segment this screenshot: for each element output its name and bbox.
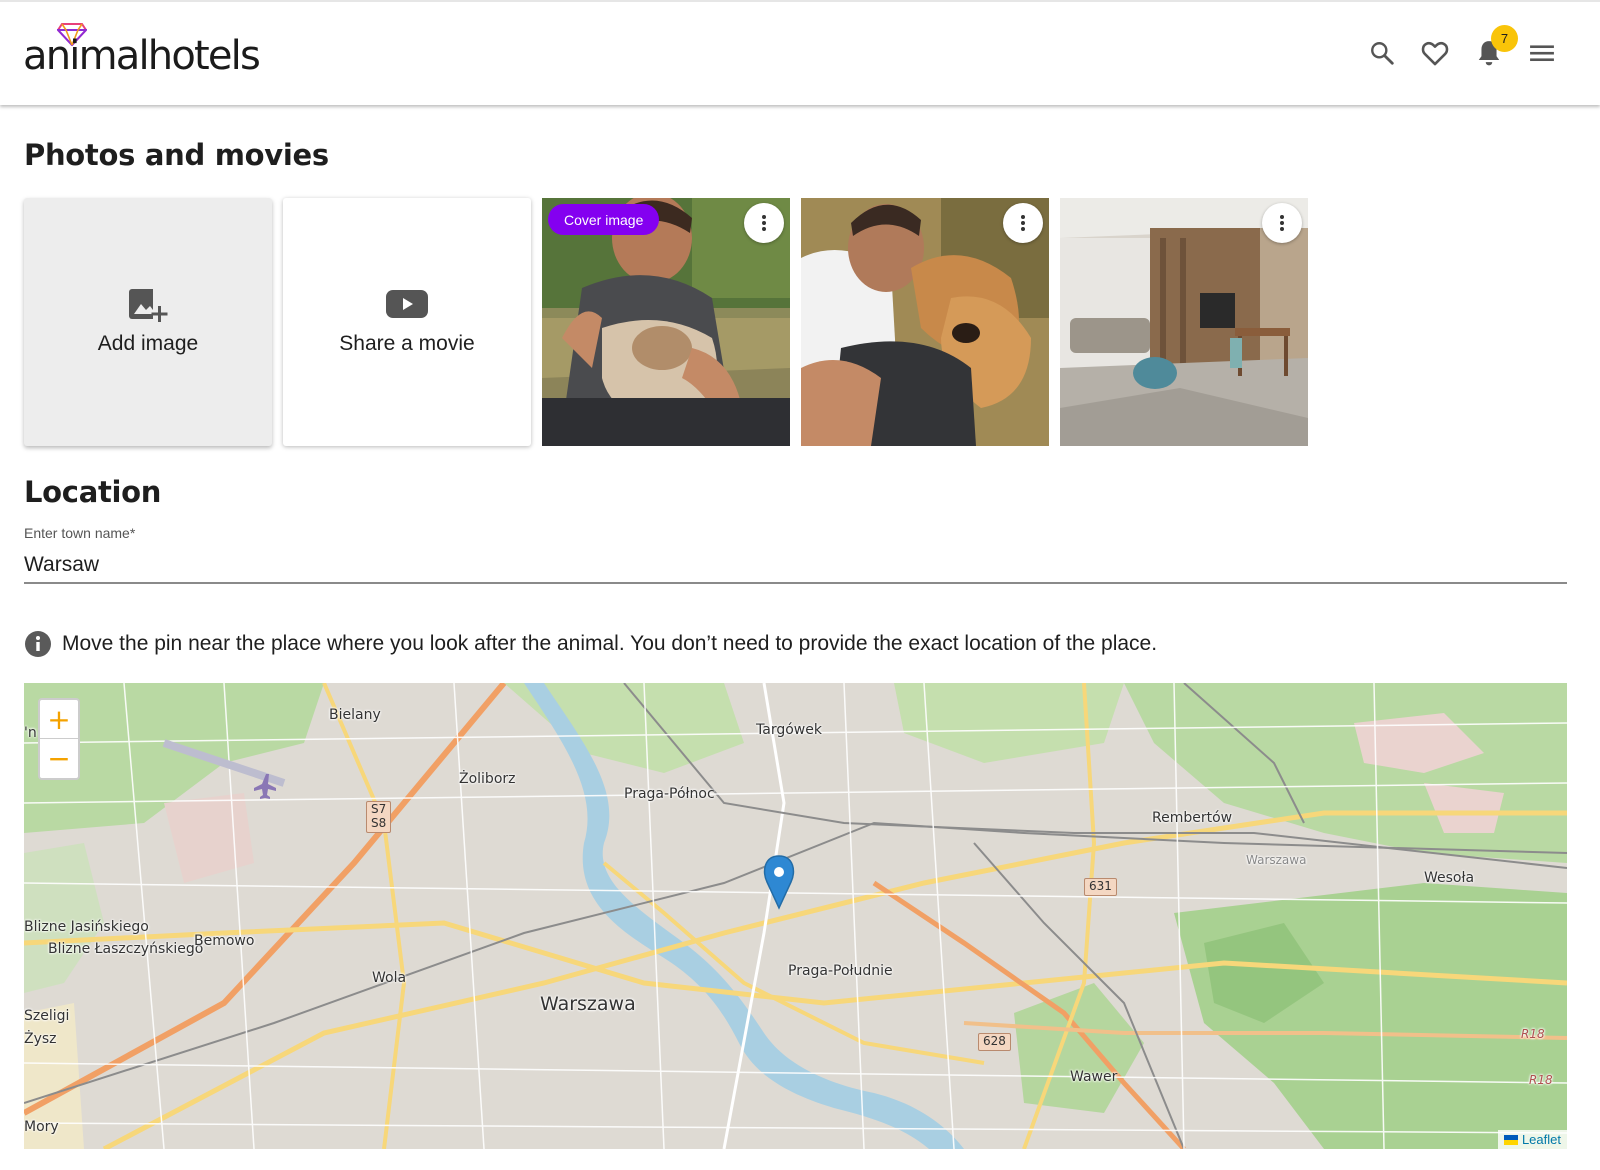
attribution-text: Leaflet	[1521, 1132, 1561, 1147]
zoom-control: + −	[38, 698, 80, 780]
photo-options-button[interactable]	[744, 203, 784, 243]
map-label-warszawa: Warszawa	[540, 993, 636, 1015]
map-tiles	[24, 683, 1567, 1149]
pin-info-message: Move the pin near the place where you lo…	[24, 630, 1157, 658]
map-label-wawer: Wawer	[1070, 1069, 1118, 1085]
info-icon	[25, 631, 51, 657]
zoom-in-button[interactable]: +	[40, 700, 78, 739]
map-label-zysz: Żysz	[24, 1031, 57, 1047]
road-shield-628: 628	[978, 1033, 1011, 1051]
share-movie-button[interactable]: Share a movie	[283, 198, 531, 446]
leaflet-attribution-link[interactable]: Leaflet	[1497, 1130, 1567, 1149]
pin-info-text: Move the pin near the place where you lo…	[62, 632, 1158, 655]
more-vert-icon	[762, 215, 766, 231]
top-header: animalhotels 7	[0, 0, 1600, 105]
town-input[interactable]	[24, 548, 1567, 584]
town-field-label: Enter town name*	[24, 525, 136, 541]
map-label-wesola: Wesoła	[1424, 870, 1475, 886]
map-label-szeligi: Szeligi	[24, 1008, 70, 1024]
road-label-r18-upper: R18	[1521, 1027, 1545, 1041]
photo-options-button[interactable]	[1262, 203, 1302, 243]
map-label-edge: 'n	[24, 725, 37, 741]
map-label-bielany: Bielany	[329, 707, 381, 723]
ukraine-flag-icon	[1503, 1134, 1518, 1145]
animalhotels-logo[interactable]: animalhotels	[23, 22, 261, 82]
map-label-railway-warszawa: Warszawa	[1246, 853, 1307, 867]
map-label-targowek: Targówek	[756, 722, 822, 738]
map-label-praga-polnoc: Praga-Północ	[624, 786, 715, 802]
play-video-icon	[283, 286, 531, 320]
road-label-r18-lower: R18	[1529, 1073, 1553, 1087]
map-label-praga-poludnie: Praga-Południe	[788, 963, 893, 979]
map-label-zoliborz: Żoliborz	[459, 771, 516, 787]
menu-icon[interactable]	[1525, 36, 1559, 70]
more-vert-icon	[1280, 215, 1284, 231]
map-label-mory: Mory	[24, 1119, 59, 1135]
road-shield-s7-s8: S7 S8	[366, 801, 392, 833]
heart-icon[interactable]	[1418, 36, 1452, 70]
logo-text: animalhotels	[23, 33, 261, 79]
more-vert-icon	[1021, 215, 1025, 231]
map-label-rembertow: Rembertów	[1152, 810, 1233, 826]
photo-tile-2[interactable]	[801, 198, 1049, 446]
location-map[interactable]: + − Bielany Targówek Żoliborz Praga-Półn…	[24, 683, 1567, 1149]
map-label-bemowo: Bemowo	[194, 933, 255, 949]
photo-options-button[interactable]	[1003, 203, 1043, 243]
add-image-label: Add image	[97, 332, 199, 355]
notifications-badge: 7	[1491, 25, 1518, 52]
photo-tile-3[interactable]	[1060, 198, 1308, 446]
zoom-out-button[interactable]: −	[40, 739, 78, 778]
location-section-title: Location	[24, 475, 162, 509]
map-label-blizne-laszczynskiego: Blizne Łaszczyńskiego	[48, 941, 204, 957]
cover-image-badge: Cover image	[548, 204, 660, 235]
road-shield-631: 631	[1084, 878, 1117, 896]
add-photo-icon	[24, 286, 272, 326]
search-icon[interactable]	[1365, 36, 1399, 70]
photos-section-title: Photos and movies	[24, 138, 329, 172]
photo-tile-1[interactable]: Cover image	[542, 198, 790, 446]
add-image-button[interactable]: Add image	[24, 198, 272, 446]
share-movie-label: Share a movie	[339, 332, 475, 355]
map-label-wola: Wola	[372, 970, 407, 986]
map-label-blizne-jasinskiego: Blizne Jasińskiego	[24, 919, 149, 935]
